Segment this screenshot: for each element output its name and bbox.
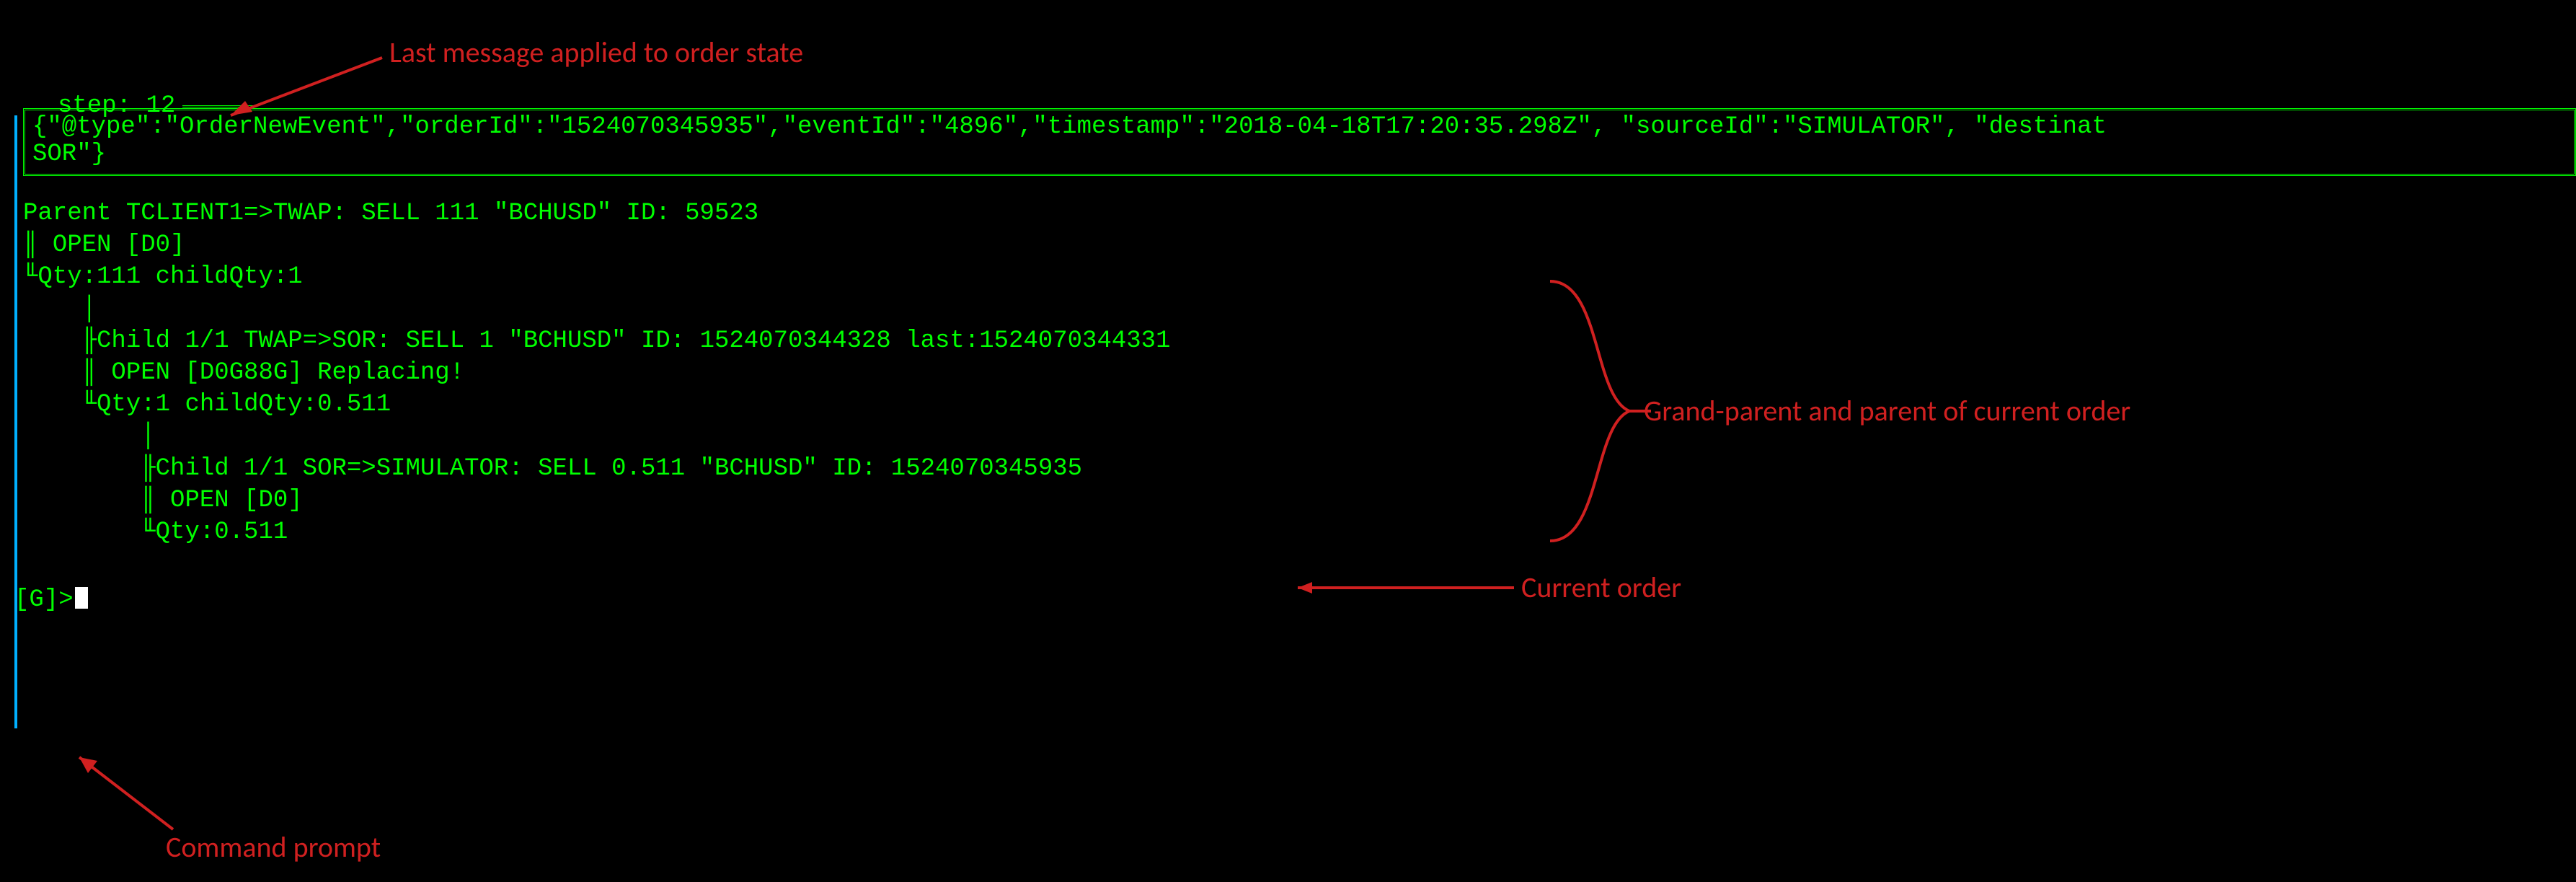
terminal-content: step: 12 {"@type":"OrderNewEvent","order… <box>14 108 2576 614</box>
annotation-arrow-current-order <box>1291 581 1521 595</box>
parent-status: OPEN [D0] <box>53 231 185 259</box>
annotation-grandparent: Grand-parent and parent of current order <box>1644 393 2130 428</box>
event-json: {"@type":"OrderNewEvent","orderId":"1524… <box>32 113 2567 168</box>
grandchild-status: OPEN [D0] <box>170 487 303 514</box>
step-box: step: 12 {"@type":"OrderNewEvent","order… <box>23 108 2576 176</box>
grandchild-qty: Qty:0.511 <box>156 519 288 546</box>
child-status: OPEN [D0G88G] Replacing! <box>111 359 464 387</box>
grandchild-header: Child 1/1 SOR=>SIMULATOR: SELL 0.511 "BC… <box>156 455 1082 482</box>
parent-qty: Qty:111 childQty:1 <box>37 263 302 291</box>
child-qty: Qty:1 childQty:0.511 <box>97 391 391 418</box>
child-header: Child 1/1 TWAP=>SOR: SELL 1 "BCHUSD" ID:… <box>97 327 1170 355</box>
order-tree: Parent TCLIENT1=>TWAP: SELL 111 "BCHUSD"… <box>23 198 2576 548</box>
annotation-arrow-last-message <box>216 58 389 123</box>
annotation-arrow-command-prompt <box>72 750 202 837</box>
annotation-brace-grandparent <box>1536 274 1658 548</box>
annotation-last-message: Last message applied to order state <box>389 35 803 70</box>
prompt-text: [G]> <box>14 586 74 614</box>
step-event-box: {"@type":"OrderNewEvent","orderId":"1524… <box>23 108 2576 176</box>
cursor <box>75 587 88 609</box>
parent-header: Parent TCLIENT1=>TWAP: SELL 111 "BCHUSD"… <box>23 200 758 227</box>
annotation-current-order: Current order <box>1521 570 1681 605</box>
